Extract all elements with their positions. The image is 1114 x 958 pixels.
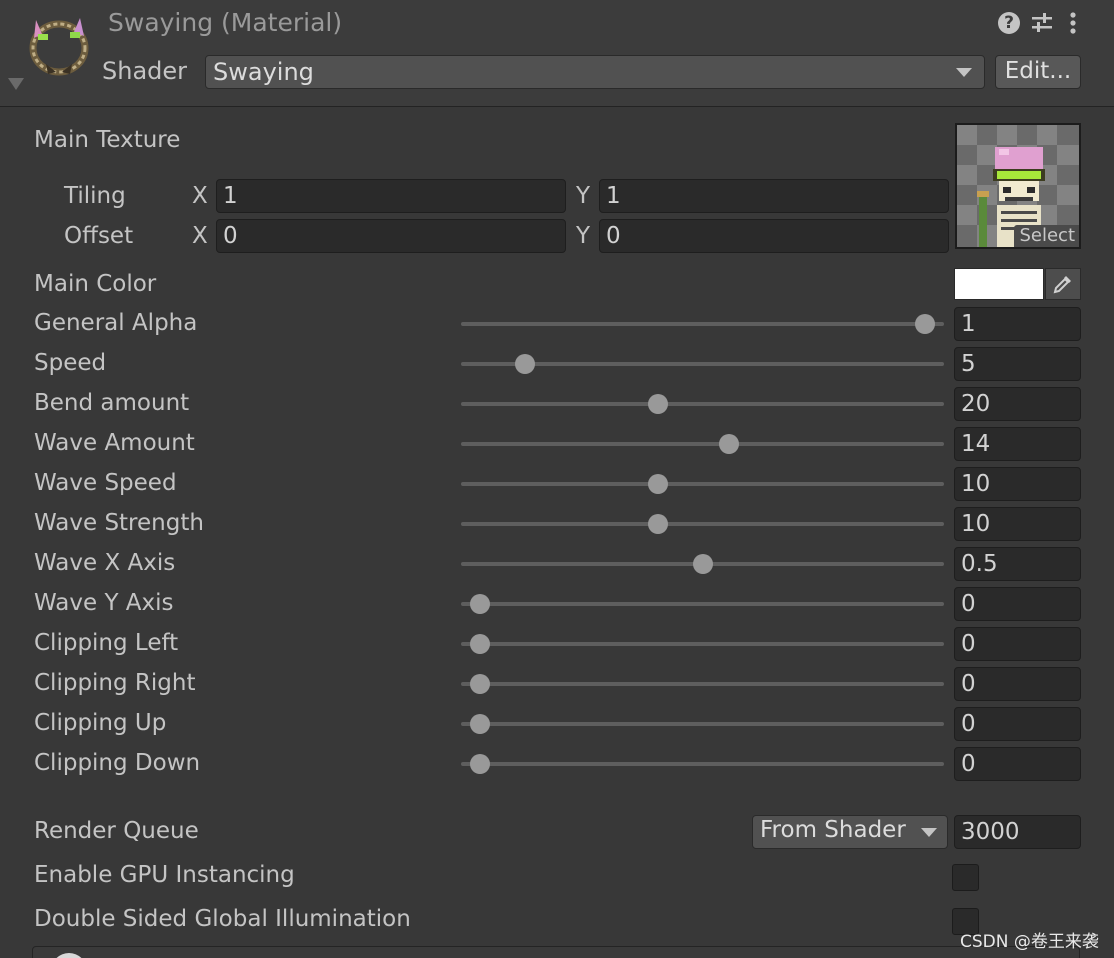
slider-thumb[interactable]	[647, 474, 668, 494]
general-alpha-slider[interactable]	[461, 314, 944, 334]
offset-y-label: Y	[576, 223, 591, 249]
foldout-arrow-icon[interactable]	[8, 78, 24, 90]
clipping-up-slider[interactable]	[461, 714, 944, 734]
material-inspector: Swaying (Material) ? Shader Swaying Edit…	[0, 0, 1114, 958]
clipping-right-slider[interactable]	[461, 674, 944, 694]
clipping-left-slider[interactable]	[461, 634, 944, 654]
tiling-x-label: X	[192, 183, 208, 209]
clipping-right-value-field[interactable]: 0	[954, 667, 1081, 701]
texture-select-button[interactable]: Select	[1014, 225, 1079, 247]
gpu-instancing-label: Enable GPU Instancing	[34, 862, 295, 888]
wave-y-axis-value-field[interactable]: 0	[954, 587, 1081, 621]
clipping-left-value-field[interactable]: 0	[954, 627, 1081, 661]
dropdown-arrow-icon	[921, 828, 937, 837]
wave-x-axis-value-field[interactable]: 0.5	[954, 547, 1081, 581]
slider-thumb[interactable]	[470, 674, 491, 694]
general-alpha-label: General Alpha	[34, 310, 198, 336]
wave-amount-slider[interactable]	[461, 434, 944, 454]
render-queue-dropdown[interactable]: From Shader	[752, 815, 948, 849]
tiling-label: Tiling	[64, 183, 126, 209]
wave-y-axis-slider[interactable]	[461, 594, 944, 614]
general-alpha-value-field[interactable]: 1	[954, 307, 1081, 341]
bend-amount-slider[interactable]	[461, 394, 944, 414]
preset-settings-icon[interactable]	[1030, 10, 1054, 36]
material-header: Swaying (Material) ? Shader Swaying Edit…	[0, 0, 1114, 107]
clipping-left-label: Clipping Left	[34, 630, 179, 656]
help-icon[interactable]: ?	[998, 12, 1020, 34]
eyedropper-icon[interactable]	[1045, 268, 1081, 300]
tiling-x-field[interactable]: 1	[216, 179, 566, 213]
wave-speed-label: Wave Speed	[34, 470, 177, 496]
offset-x-label: X	[192, 223, 208, 249]
main-color-label: Main Color	[34, 271, 157, 297]
wave-amount-value-field[interactable]: 14	[954, 427, 1081, 461]
main-texture-slot[interactable]: Select	[955, 123, 1081, 249]
slider-thumb[interactable]	[647, 514, 668, 534]
info-icon	[51, 953, 87, 958]
wave-strength-label: Wave Strength	[34, 510, 204, 536]
clipping-up-value-field[interactable]: 0	[954, 707, 1081, 741]
wave-strength-value-field[interactable]: 10	[954, 507, 1081, 541]
speed-label: Speed	[34, 350, 107, 376]
speed-slider[interactable]	[461, 354, 944, 374]
watermark-text: CSDN @卷王来袭	[960, 932, 1099, 952]
clipping-down-slider[interactable]	[461, 754, 944, 774]
wave-x-axis-slider[interactable]	[461, 554, 944, 574]
tiling-y-field[interactable]: 1	[599, 179, 949, 213]
render-queue-label: Render Queue	[34, 818, 199, 844]
wave-speed-value-field[interactable]: 10	[954, 467, 1081, 501]
slider-thumb[interactable]	[914, 314, 935, 334]
slider-thumb[interactable]	[470, 754, 491, 774]
offset-label: Offset	[64, 223, 134, 249]
wave-speed-slider[interactable]	[461, 474, 944, 494]
slider-thumb[interactable]	[470, 594, 491, 614]
bottom-section	[32, 946, 1080, 958]
slider-thumb[interactable]	[718, 434, 739, 454]
dropdown-arrow-icon	[956, 68, 972, 77]
shader-dropdown-value: Swaying	[213, 58, 314, 86]
offset-x-field[interactable]: 0	[216, 219, 566, 253]
main-texture-label: Main Texture	[34, 127, 181, 153]
wave-amount-label: Wave Amount	[34, 430, 195, 456]
bend-amount-value-field[interactable]: 20	[954, 387, 1081, 421]
clipping-up-label: Clipping Up	[34, 710, 167, 736]
clipping-down-label: Clipping Down	[34, 750, 201, 776]
wave-y-axis-label: Wave Y Axis	[34, 590, 174, 616]
offset-y-field[interactable]: 0	[599, 219, 949, 253]
wave-x-axis-label: Wave X Axis	[34, 550, 176, 576]
slider-thumb[interactable]	[514, 354, 535, 374]
slider-thumb[interactable]	[470, 714, 491, 734]
main-color-swatch[interactable]	[954, 268, 1044, 300]
wave-strength-slider[interactable]	[461, 514, 944, 534]
slider-thumb[interactable]	[692, 554, 713, 574]
material-preview-icon[interactable]	[26, 12, 92, 78]
clipping-right-label: Clipping Right	[34, 670, 196, 696]
shader-label: Shader	[102, 57, 188, 85]
slider-thumb[interactable]	[470, 634, 491, 654]
render-queue-value-field[interactable]: 3000	[954, 815, 1081, 849]
shader-dropdown[interactable]: Swaying	[205, 55, 985, 89]
tiling-y-label: Y	[576, 183, 591, 209]
bend-amount-label: Bend amount	[34, 390, 190, 416]
speed-value-field[interactable]: 5	[954, 347, 1081, 381]
gpu-instancing-checkbox[interactable]	[952, 864, 979, 891]
material-title: Swaying (Material)	[108, 8, 343, 37]
edit-shader-button[interactable]: Edit...	[995, 55, 1081, 89]
render-queue-mode: From Shader	[760, 817, 906, 843]
double-sided-gi-label: Double Sided Global Illumination	[34, 906, 411, 932]
clipping-down-value-field[interactable]: 0	[954, 747, 1081, 781]
more-options-icon[interactable]	[1064, 10, 1082, 36]
slider-thumb[interactable]	[647, 394, 668, 414]
